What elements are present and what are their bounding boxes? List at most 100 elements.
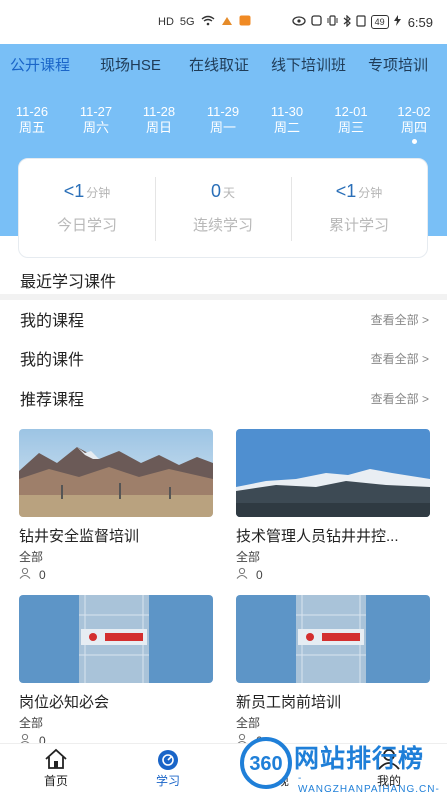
watermark-subtext: -WANGZHANPAIHANG.CN- (298, 773, 440, 795)
study-icon (155, 748, 181, 770)
course-thumbnail[interactable] (236, 595, 430, 683)
section-title: 我的课程 (20, 313, 85, 330)
course-thumbnail[interactable] (236, 429, 430, 517)
status-right: 49 6:59 (292, 14, 433, 30)
charging-icon (393, 15, 401, 29)
learner-count: 0 (236, 567, 430, 582)
stat-value: 0 (210, 181, 221, 201)
my-courses-row: 我的课程 查看全部 > (0, 299, 447, 339)
tab-online-certification[interactable]: 在线取证 (189, 54, 249, 75)
selected-date-dot (411, 139, 417, 144)
date-item[interactable]: 11-27 周六 (68, 104, 124, 136)
user-icon (19, 567, 31, 582)
tab-public-courses[interactable]: 公开课程 (10, 54, 70, 75)
weekday-label: 周五 (18, 120, 45, 135)
nfc-icon (311, 15, 322, 29)
stat-value: <1 (335, 181, 357, 201)
see-all-link[interactable]: 查看全部 > (371, 350, 429, 367)
date-item[interactable]: 11-26 周五 (4, 104, 60, 136)
course-name: 技术管理人员钻井井控... (236, 528, 399, 545)
stat-unit: 天 (223, 186, 236, 200)
weekday-label: 周日 (145, 120, 172, 135)
weekday-label: 周二 (273, 120, 300, 135)
tab-offline-training[interactable]: 线下培训班 (271, 54, 346, 75)
weekday-label: 周三 (337, 120, 364, 135)
course-card[interactable]: 钻井安全监督培训 全部 0 (19, 429, 213, 582)
learner-count: 0 (19, 567, 213, 582)
site-watermark: 360 网站排行榜 -WANGZHANPAIHANG.CN- (238, 735, 443, 795)
my-courseware-row: 我的课件 查看全部 > (0, 338, 447, 378)
stat-value: <1 (63, 181, 85, 201)
weekday-label: 周六 (82, 120, 109, 135)
course-category: 全部 (236, 550, 261, 564)
watermark-text: 网站排行榜 (294, 745, 425, 773)
date-item-selected[interactable]: 12-02 周四 (386, 104, 442, 144)
signal-5g-indicator: 5G (179, 16, 195, 28)
stat-today: <1 分钟 今日学习 (19, 159, 155, 257)
course-name: 新员工岗前培训 (236, 694, 342, 711)
date-label: 11-28 (142, 104, 176, 119)
bluetooth-icon (343, 14, 351, 30)
user-icon (236, 567, 248, 582)
date-label: 12-01 (334, 104, 368, 119)
date-label: 11-30 (270, 104, 304, 119)
stat-unit: 分钟 (358, 186, 383, 200)
watermark-badge-icon: 360 (240, 737, 292, 789)
stat-unit: 分钟 (86, 186, 111, 200)
course-thumbnail[interactable] (19, 429, 213, 517)
tab-special-training[interactable]: 专项培训 (368, 54, 428, 75)
date-label: 11-27 (79, 104, 113, 119)
status-left: HD 5G (158, 15, 251, 29)
stat-label: 累计学习 (328, 217, 389, 234)
date-label: 12-02 (397, 104, 431, 119)
stat-streak: 0天 连续学习 (155, 159, 291, 257)
weekday-label: 周一 (209, 120, 236, 135)
wifi-icon (201, 15, 215, 29)
vibrate-icon (327, 15, 338, 29)
recommended-courses-row: 推荐课程 查看全部 > (0, 378, 447, 418)
date-label: 11-29 (206, 104, 240, 119)
battery-indicator: 49 (370, 15, 389, 29)
recent-courseware-title: 最近学习课件 (20, 274, 117, 291)
eye-icon (292, 15, 306, 29)
tab-onsite-hse[interactable]: 现场HSE (100, 54, 161, 75)
stat-label: 连续学习 (192, 217, 253, 234)
date-item[interactable]: 11-30 周二 (259, 104, 315, 136)
app-notification-icon-2 (239, 15, 251, 29)
see-all-link[interactable]: 查看全部 > (371, 311, 429, 328)
nav-label: 学习 (155, 774, 180, 788)
course-card[interactable]: 技术管理人员钻井井控... 全部 0 (236, 429, 430, 582)
learner-count-value: 0 (39, 567, 46, 582)
nav-home[interactable]: 首页 (26, 748, 86, 789)
course-name: 岗位必知必会 (19, 694, 110, 711)
course-name: 钻井安全监督培训 (19, 528, 140, 545)
sim-icon (356, 14, 366, 30)
weekday-label: 周四 (400, 120, 427, 135)
date-label: 11-26 (15, 104, 49, 119)
watermark-badge: 360 (249, 753, 282, 775)
course-card[interactable]: 新员工岗前培训 全部 0 (236, 595, 430, 748)
status-bar: HD 5G 49 6:59 (0, 0, 447, 44)
study-stats-card: <1 分钟 今日学习 0天 连续学习 <1 分钟 累计学习 (18, 158, 428, 258)
see-all-link[interactable]: 查看全部 > (371, 390, 429, 407)
hd-indicator: HD (158, 16, 174, 28)
clock: 6:59 (407, 14, 433, 30)
nav-label: 首页 (43, 774, 68, 788)
nav-study[interactable]: 学习 (138, 748, 198, 789)
course-category: 全部 (19, 716, 44, 730)
section-title: 推荐课程 (20, 392, 85, 409)
course-category: 全部 (236, 716, 261, 730)
section-title: 我的课件 (20, 352, 85, 369)
date-item[interactable]: 11-29 周一 (195, 104, 251, 136)
learner-count-value: 0 (256, 567, 263, 582)
course-card[interactable]: 岗位必知必会 全部 0 (19, 595, 213, 748)
home-icon (43, 748, 69, 770)
stat-total: <1 分钟 累计学习 (291, 159, 427, 257)
date-strip: 11-26 周五 11-27 周六 11-28 周日 11-29 周一 11-3… (0, 104, 447, 154)
app-notification-icon (221, 16, 233, 29)
category-tabs: 公开课程 现场HSE 在线取证 线下培训班 专项培训 (0, 44, 447, 84)
date-item[interactable]: 12-01 周三 (323, 104, 379, 136)
date-item[interactable]: 11-28 周日 (131, 104, 187, 136)
course-thumbnail[interactable] (19, 595, 213, 683)
course-category: 全部 (19, 550, 44, 564)
